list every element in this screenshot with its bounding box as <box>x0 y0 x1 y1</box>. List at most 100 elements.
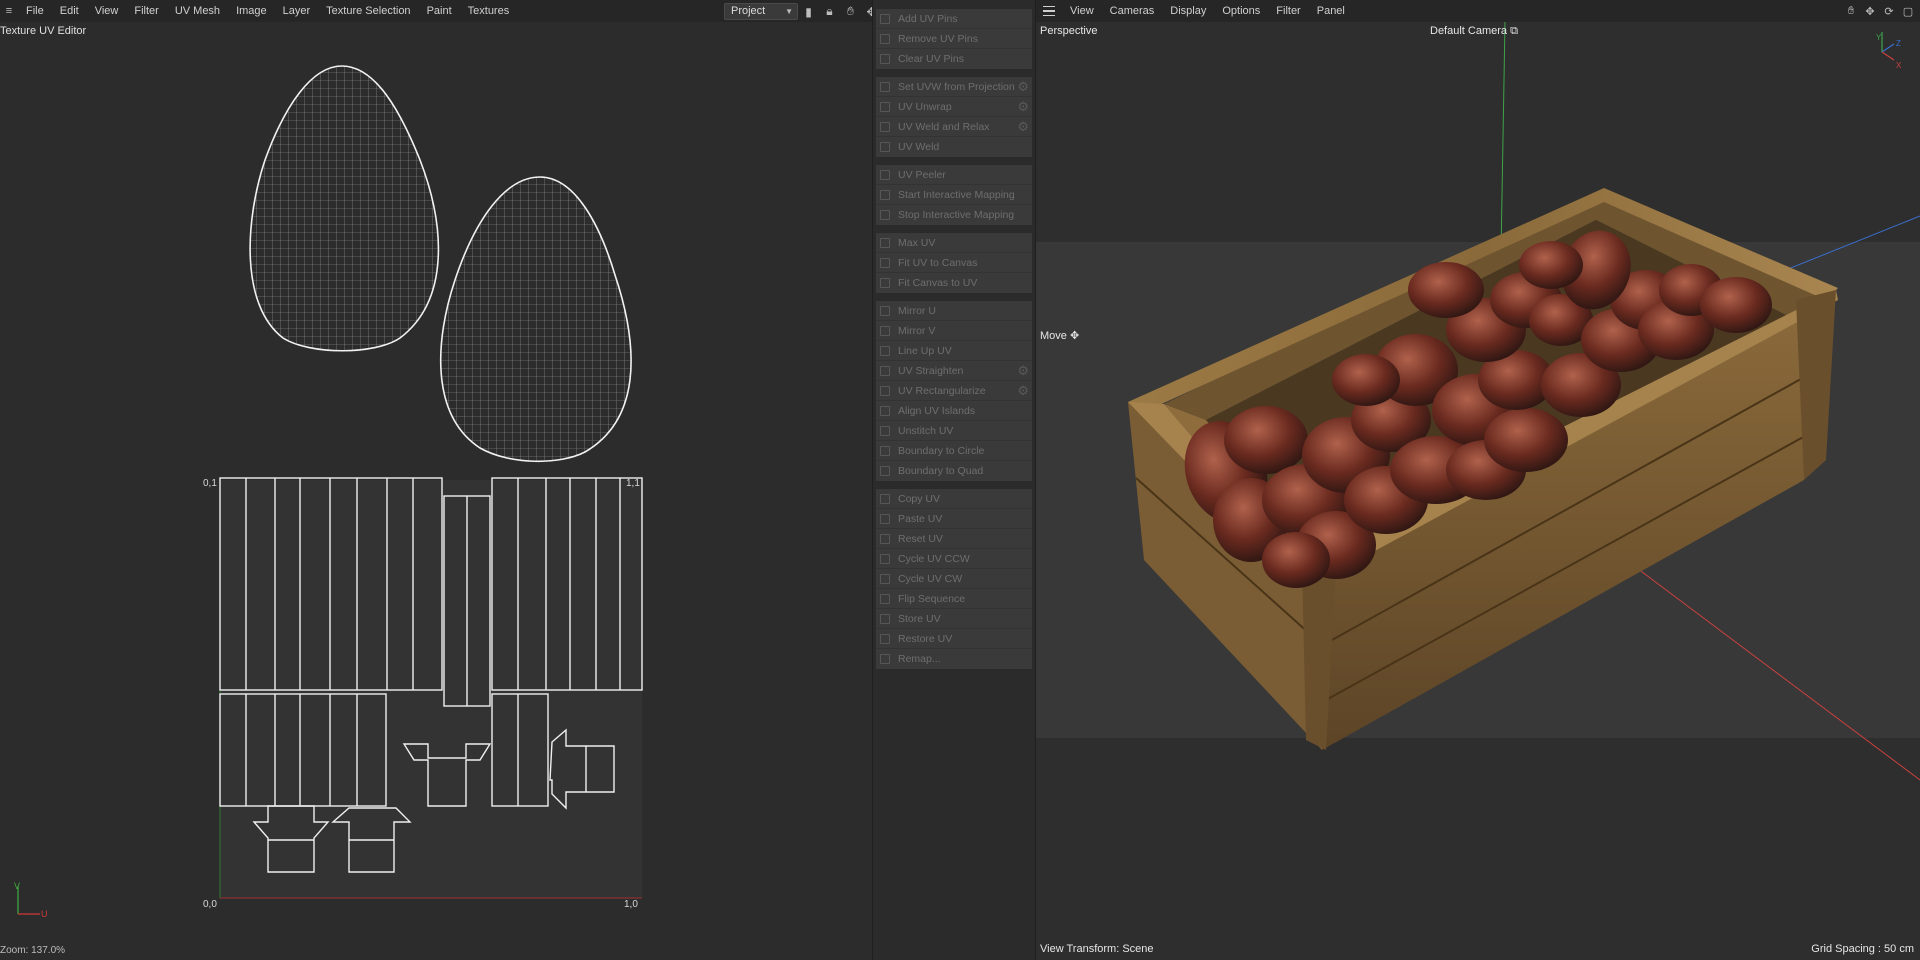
menu-texture-selection[interactable]: Texture Selection <box>318 0 418 22</box>
uv-command-uv-rectangularize[interactable]: UV Rectangularize ⚙ <box>876 381 1032 401</box>
stop-icon <box>880 210 890 220</box>
maximize-icon[interactable]: ▢ <box>1900 3 1916 19</box>
uv-command-uv-straighten[interactable]: UV Straighten ⚙ <box>876 361 1032 381</box>
uv-canvas[interactable] <box>0 40 872 940</box>
vp-menu-view[interactable]: View <box>1062 0 1102 22</box>
restore-icon <box>880 634 890 644</box>
uv-command-paste-uv[interactable]: Paste UV <box>876 509 1032 529</box>
uv-editor-title: Texture UV Editor <box>0 25 87 37</box>
uv-command-add-uv-pins[interactable]: Add UV Pins <box>876 9 1032 29</box>
menu-edit[interactable]: Edit <box>52 0 87 22</box>
lock-icon[interactable]: 🔒︎ <box>821 3 838 20</box>
menu-paint[interactable]: Paint <box>419 0 460 22</box>
gear-icon[interactable]: ⚙ <box>1017 99 1029 115</box>
uv-command-boundary-to-circle[interactable]: Boundary to Circle <box>876 441 1032 461</box>
uv-command-boundary-to-quad[interactable]: Boundary to Quad <box>876 461 1032 481</box>
menu-view[interactable]: View <box>87 0 127 22</box>
uv-command-uv-unwrap[interactable]: UV Unwrap ⚙ <box>876 97 1032 117</box>
grid-spacing-status: Grid Spacing : 50 cm <box>1811 943 1914 955</box>
uv-command-cycle-uv-ccw[interactable]: Cycle UV CCW <box>876 549 1032 569</box>
uv-command-mirror-u[interactable]: Mirror U <box>876 301 1032 321</box>
uv-command-stop-interactive-mapping[interactable]: Stop Interactive Mapping <box>876 205 1032 225</box>
uv-command-align-uv-islands[interactable]: Align UV Islands <box>876 401 1032 421</box>
vp-menu-cameras[interactable]: Cameras <box>1102 0 1163 22</box>
menu-layer[interactable]: Layer <box>275 0 319 22</box>
store-icon <box>880 614 890 624</box>
uv-command-copy-uv[interactable]: Copy UV <box>876 489 1032 509</box>
uv-island-seed-2 <box>439 176 632 463</box>
uv-command-label: Clear UV Pins <box>898 53 964 65</box>
histogram-icon[interactable]: ▮ <box>800 3 817 20</box>
gear-icon[interactable]: ⚙ <box>1017 383 1029 399</box>
menu-image[interactable]: Image <box>228 0 275 22</box>
uv-command-label: UV Straighten <box>898 365 964 377</box>
viewport-canvas[interactable]: Y Z X <box>1036 22 1920 960</box>
uv-command-label: UV Peeler <box>898 169 946 181</box>
gear-icon[interactable]: ⚙ <box>1017 79 1029 95</box>
menu-hamburger-icon[interactable]: ≡ <box>0 0 18 22</box>
gear-icon[interactable]: ⚙ <box>1017 119 1029 135</box>
play-icon <box>880 190 890 200</box>
flip-icon <box>880 594 890 604</box>
uv-command-uv-weld-and-relax[interactable]: UV Weld and Relax ⚙ <box>876 117 1032 137</box>
vp-menu-display[interactable]: Display <box>1162 0 1214 22</box>
vp-menu-filter[interactable]: Filter <box>1268 0 1308 22</box>
uv-coord-top-left: 0,1 <box>203 478 217 489</box>
tool-label: Move ✥ <box>1040 329 1079 342</box>
uv-command-label: UV Weld <box>898 141 940 153</box>
uv-command-restore-uv[interactable]: Restore UV <box>876 629 1032 649</box>
uv-command-unstitch-uv[interactable]: Unstitch UV <box>876 421 1032 441</box>
uv-command-max-uv[interactable]: Max UV <box>876 233 1032 253</box>
vp-menu-options[interactable]: Options <box>1214 0 1268 22</box>
uv-command-label: Set UVW from Projection <box>898 81 1015 93</box>
uv-command-label: Max UV <box>898 237 936 249</box>
uv-command-remove-uv-pins[interactable]: Remove UV Pins <box>876 29 1032 49</box>
uv-command-line-up-uv[interactable]: Line Up UV <box>876 341 1032 361</box>
uv-command-set-uvw-from-projection[interactable]: Set UVW from Projection ⚙ <box>876 77 1032 97</box>
project-dropdown[interactable]: Project ▼ <box>724 3 798 20</box>
menu-filter[interactable]: Filter <box>126 0 166 22</box>
uv-command-clear-uv-pins[interactable]: Clear UV Pins <box>876 49 1032 69</box>
uv-command-uv-weld[interactable]: UV Weld <box>876 137 1032 157</box>
uv-command-start-interactive-mapping[interactable]: Start Interactive Mapping <box>876 185 1032 205</box>
uv-command-store-uv[interactable]: Store UV <box>876 609 1032 629</box>
uv-command-flip-sequence[interactable]: Flip Sequence <box>876 589 1032 609</box>
menu-textures[interactable]: Textures <box>460 0 518 22</box>
menu-uv-mesh[interactable]: UV Mesh <box>167 0 228 22</box>
uv-command-mirror-v[interactable]: Mirror V <box>876 321 1032 341</box>
uv-command-cycle-uv-cw[interactable]: Cycle UV CW <box>876 569 1032 589</box>
gear-icon[interactable]: ⚙ <box>1017 363 1029 379</box>
uv-command-label: Mirror V <box>898 325 936 337</box>
uv-axis-gizmo: V U <box>14 881 48 919</box>
uv-command-uv-peeler[interactable]: UV Peeler <box>876 165 1032 185</box>
quad-icon <box>880 466 890 476</box>
uv-command-group: Mirror U Mirror V Line Up UV UV Straighten ⚙… <box>875 300 1033 482</box>
uv-command-fit-uv-to-canvas[interactable]: Fit UV to Canvas <box>876 253 1032 273</box>
uv-command-reset-uv[interactable]: Reset UV <box>876 529 1032 549</box>
hand-pan-icon[interactable]: ✋︎ <box>1843 3 1859 19</box>
gizmo-x-label: X <box>1896 61 1902 70</box>
peeler-icon <box>880 170 890 180</box>
move-icon: ✥ <box>1069 330 1080 342</box>
viewport-panel[interactable]: View Cameras Display Options Filter Pane… <box>1036 0 1920 960</box>
camera-label[interactable]: Default Camera ⧉ <box>1430 25 1518 38</box>
uv-command-label: Fit UV to Canvas <box>898 257 978 269</box>
menu-file[interactable]: File <box>18 0 52 22</box>
hand-pan-icon[interactable]: ✋︎ <box>842 3 859 20</box>
uv-coord-bottom-left: 0,0 <box>203 899 217 910</box>
uv-command-remap[interactable]: Remap... <box>876 649 1032 669</box>
uv-command-label: Cycle UV CW <box>898 573 963 585</box>
move-icon[interactable]: ✥ <box>1862 3 1878 19</box>
rotate-icon[interactable]: ⟳ <box>1881 3 1897 19</box>
circle-icon <box>880 446 890 456</box>
mirror-u-icon <box>880 306 890 316</box>
uv-command-label: Cycle UV CCW <box>898 553 970 565</box>
tool-label-text: Move <box>1040 330 1067 342</box>
vp-menu-panel[interactable]: Panel <box>1309 0 1353 22</box>
uv-command-label: Mirror U <box>898 305 936 317</box>
uv-command-fit-canvas-to-uv[interactable]: Fit Canvas to UV <box>876 273 1032 293</box>
menu-hamburger-icon[interactable] <box>1036 0 1062 22</box>
mirror-v-icon <box>880 326 890 336</box>
unstitch-icon <box>880 426 890 436</box>
weld-icon <box>880 142 890 152</box>
